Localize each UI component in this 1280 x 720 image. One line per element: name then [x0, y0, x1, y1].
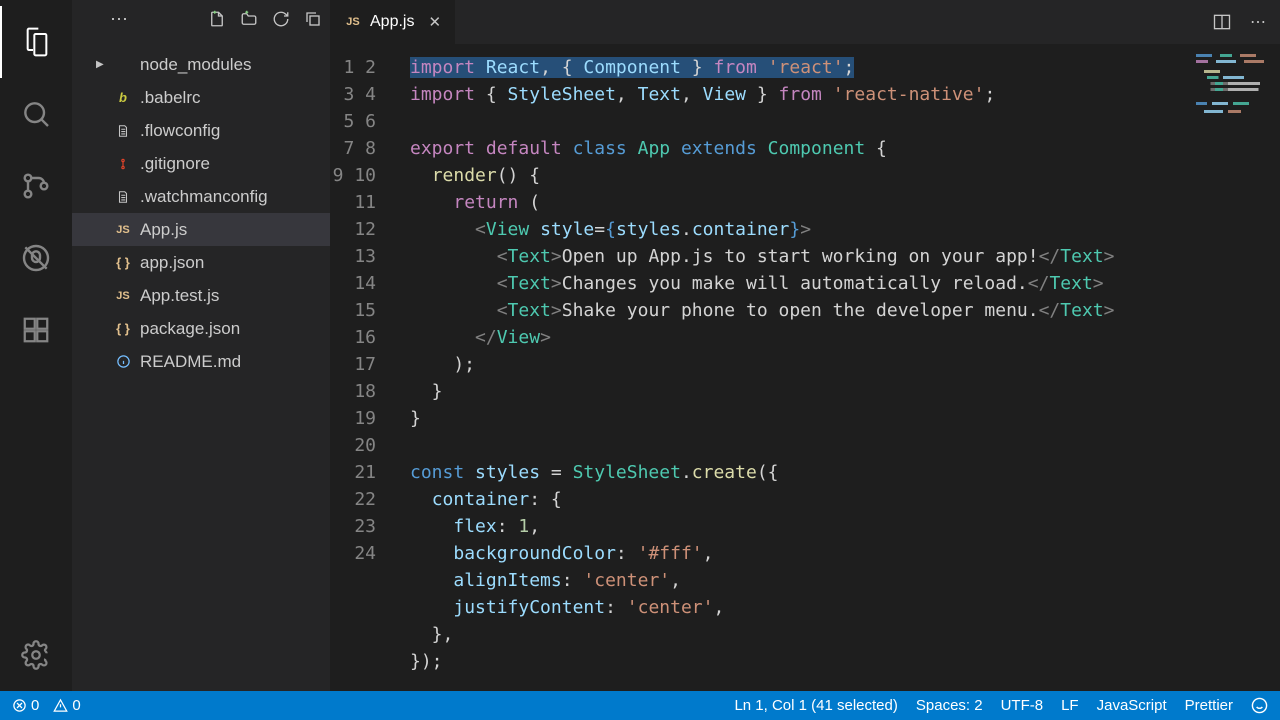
file-row--watchmanconfig[interactable]: .watchmanconfig	[72, 180, 330, 213]
file-name: App.test.js	[140, 286, 219, 306]
activity-debug[interactable]	[0, 222, 72, 294]
file-row-app-json[interactable]: { }app.json	[72, 246, 330, 279]
refresh-icon[interactable]	[272, 10, 290, 28]
line-gutter: 1 2 3 4 5 6 7 8 9 10 11 12 13 14 15 16 1…	[330, 44, 398, 691]
file-row-app-js[interactable]: JSApp.js	[72, 213, 330, 246]
status-bar: 0 0 Ln 1, Col 1 (41 selected) Spaces: 2 …	[0, 691, 1280, 720]
collapse-all-icon[interactable]	[304, 10, 322, 28]
activity-source-control[interactable]	[0, 150, 72, 222]
file-tree: ▶node_modulesb.babelrc .flowconfig .gitign…	[72, 38, 330, 691]
file-row--babelrc[interactable]: b.babelrc	[72, 81, 330, 114]
status-feedback-icon[interactable]	[1251, 697, 1268, 714]
status-warnings[interactable]: 0	[53, 697, 80, 714]
file-row-node-modules[interactable]: ▶node_modules	[72, 48, 330, 81]
file-name: .babelrc	[140, 88, 200, 108]
status-eol[interactable]: LF	[1061, 697, 1079, 714]
status-language[interactable]: JavaScript	[1097, 697, 1167, 714]
file-row--flowconfig[interactable]: .flowconfig	[72, 114, 330, 147]
activity-explorer[interactable]	[0, 6, 72, 78]
activity-bar	[0, 0, 72, 691]
file-name: app.json	[140, 253, 204, 273]
activity-extensions[interactable]	[0, 294, 72, 366]
new-folder-icon[interactable]	[240, 10, 258, 28]
file-row-app-test-js[interactable]: JSApp.test.js	[72, 279, 330, 312]
file-name: .gitignore	[140, 154, 210, 174]
file-name: .watchmanconfig	[140, 187, 268, 207]
status-cursor-position[interactable]: Ln 1, Col 1 (41 selected)	[734, 697, 897, 714]
js-icon: JS	[344, 16, 362, 28]
activity-settings[interactable]	[0, 619, 72, 691]
editor-body[interactable]: 1 2 3 4 5 6 7 8 9 10 11 12 13 14 15 16 1…	[330, 44, 1280, 691]
status-formatter[interactable]: Prettier	[1185, 697, 1233, 714]
file-name: README.md	[140, 352, 241, 372]
close-icon[interactable]: ✕	[428, 13, 441, 31]
new-file-icon[interactable]	[208, 10, 226, 28]
file-row-readme-md[interactable]: README.md	[72, 345, 330, 378]
file-name: node_modules	[140, 55, 252, 75]
minimap[interactable]	[1196, 52, 1276, 122]
status-encoding[interactable]: UTF-8	[1001, 697, 1044, 714]
explorer-toolbar: ⋯	[72, 0, 330, 38]
file-row-package-json[interactable]: { }package.json	[72, 312, 330, 345]
explorer-panel: ⋯ ▶node_modulesb.babelrc .flowconfig .giti…	[72, 0, 330, 691]
split-editor-icon[interactable]	[1212, 12, 1232, 32]
file-name: package.json	[140, 319, 240, 339]
activity-search[interactable]	[0, 78, 72, 150]
file-name: App.js	[140, 220, 187, 240]
status-errors[interactable]: 0	[12, 697, 39, 714]
tab-label: App.js	[370, 13, 414, 31]
tab-app-js[interactable]: JS App.js ✕	[330, 0, 456, 44]
more-actions-icon[interactable]: ⋯	[1250, 12, 1266, 32]
tab-bar: JS App.js ✕ ⋯	[330, 0, 1280, 44]
explorer-more-icon[interactable]: ⋯	[110, 9, 128, 30]
status-indentation[interactable]: Spaces: 2	[916, 697, 983, 714]
editor-area: JS App.js ✕ ⋯ 1 2 3 4 5 6 7 8 9 10 11 12…	[330, 0, 1280, 691]
file-row--gitignore[interactable]: .gitignore	[72, 147, 330, 180]
file-name: .flowconfig	[140, 121, 220, 141]
code-content[interactable]: import React, { Component } from 'react'…	[398, 44, 1280, 691]
